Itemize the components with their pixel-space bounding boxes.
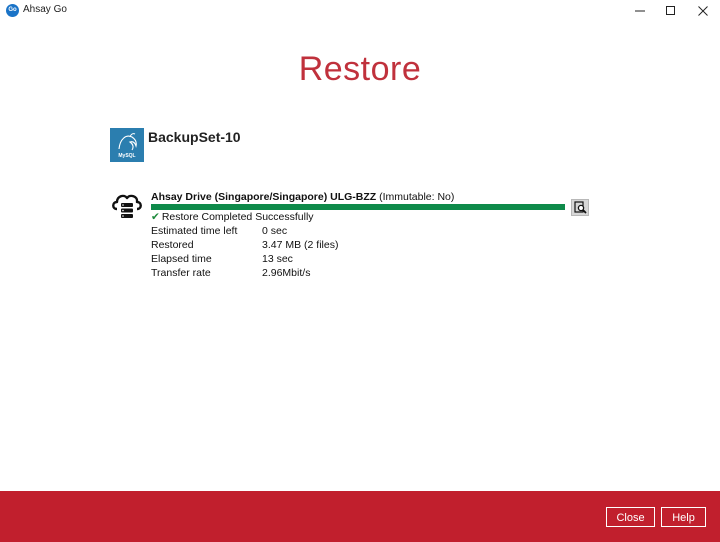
restore-progress-fill — [151, 204, 565, 210]
info-label: Transfer rate — [151, 267, 211, 279]
mysql-icon-label: MySQL — [118, 153, 136, 159]
restore-status-text: Restore Completed Successfully — [161, 211, 314, 223]
info-label: Restored — [151, 239, 194, 251]
close-button[interactable]: Close — [606, 507, 655, 527]
app-logo: Go — [6, 4, 19, 17]
info-value: 13 sec — [262, 253, 293, 265]
info-label: Elapsed time — [151, 253, 212, 265]
maximize-button[interactable] — [654, 0, 688, 22]
close-icon — [698, 6, 708, 16]
window-title: Ahsay Go — [23, 4, 67, 15]
magnifier-icon — [574, 201, 587, 214]
destination-immutable: (Immutable: No) — [379, 191, 455, 203]
destination-title: Ahsay Drive (Singapore/Singapore) ULG-BZ… — [151, 191, 377, 203]
info-value: 2.96Mbit/s — [262, 267, 311, 279]
view-log-button[interactable] — [571, 199, 589, 216]
destination-name: Ahsay Drive (Singapore/Singapore) ULG-BZ… — [151, 191, 454, 203]
info-value: 3.47 MB (2 files) — [262, 239, 339, 251]
cloud-storage-icon — [110, 190, 144, 224]
page-title: Restore — [298, 50, 422, 88]
backupset-name: BackupSet-10 — [148, 129, 241, 145]
minimize-button[interactable] — [623, 0, 657, 22]
help-button[interactable]: Help — [661, 507, 706, 527]
info-value: 0 sec — [262, 225, 288, 237]
minimize-icon — [635, 10, 645, 12]
mysql-icon: MySQL — [110, 128, 144, 162]
maximize-icon — [666, 6, 675, 15]
title-bar: Go Ahsay Go — [0, 0, 720, 22]
close-window-button[interactable] — [686, 0, 720, 22]
check-icon: ✔ — [151, 211, 160, 223]
restore-progress-bar — [151, 204, 565, 210]
restore-status: ✔ Restore Completed Successfully — [151, 211, 314, 223]
info-label: Estimated time left — [151, 225, 238, 237]
